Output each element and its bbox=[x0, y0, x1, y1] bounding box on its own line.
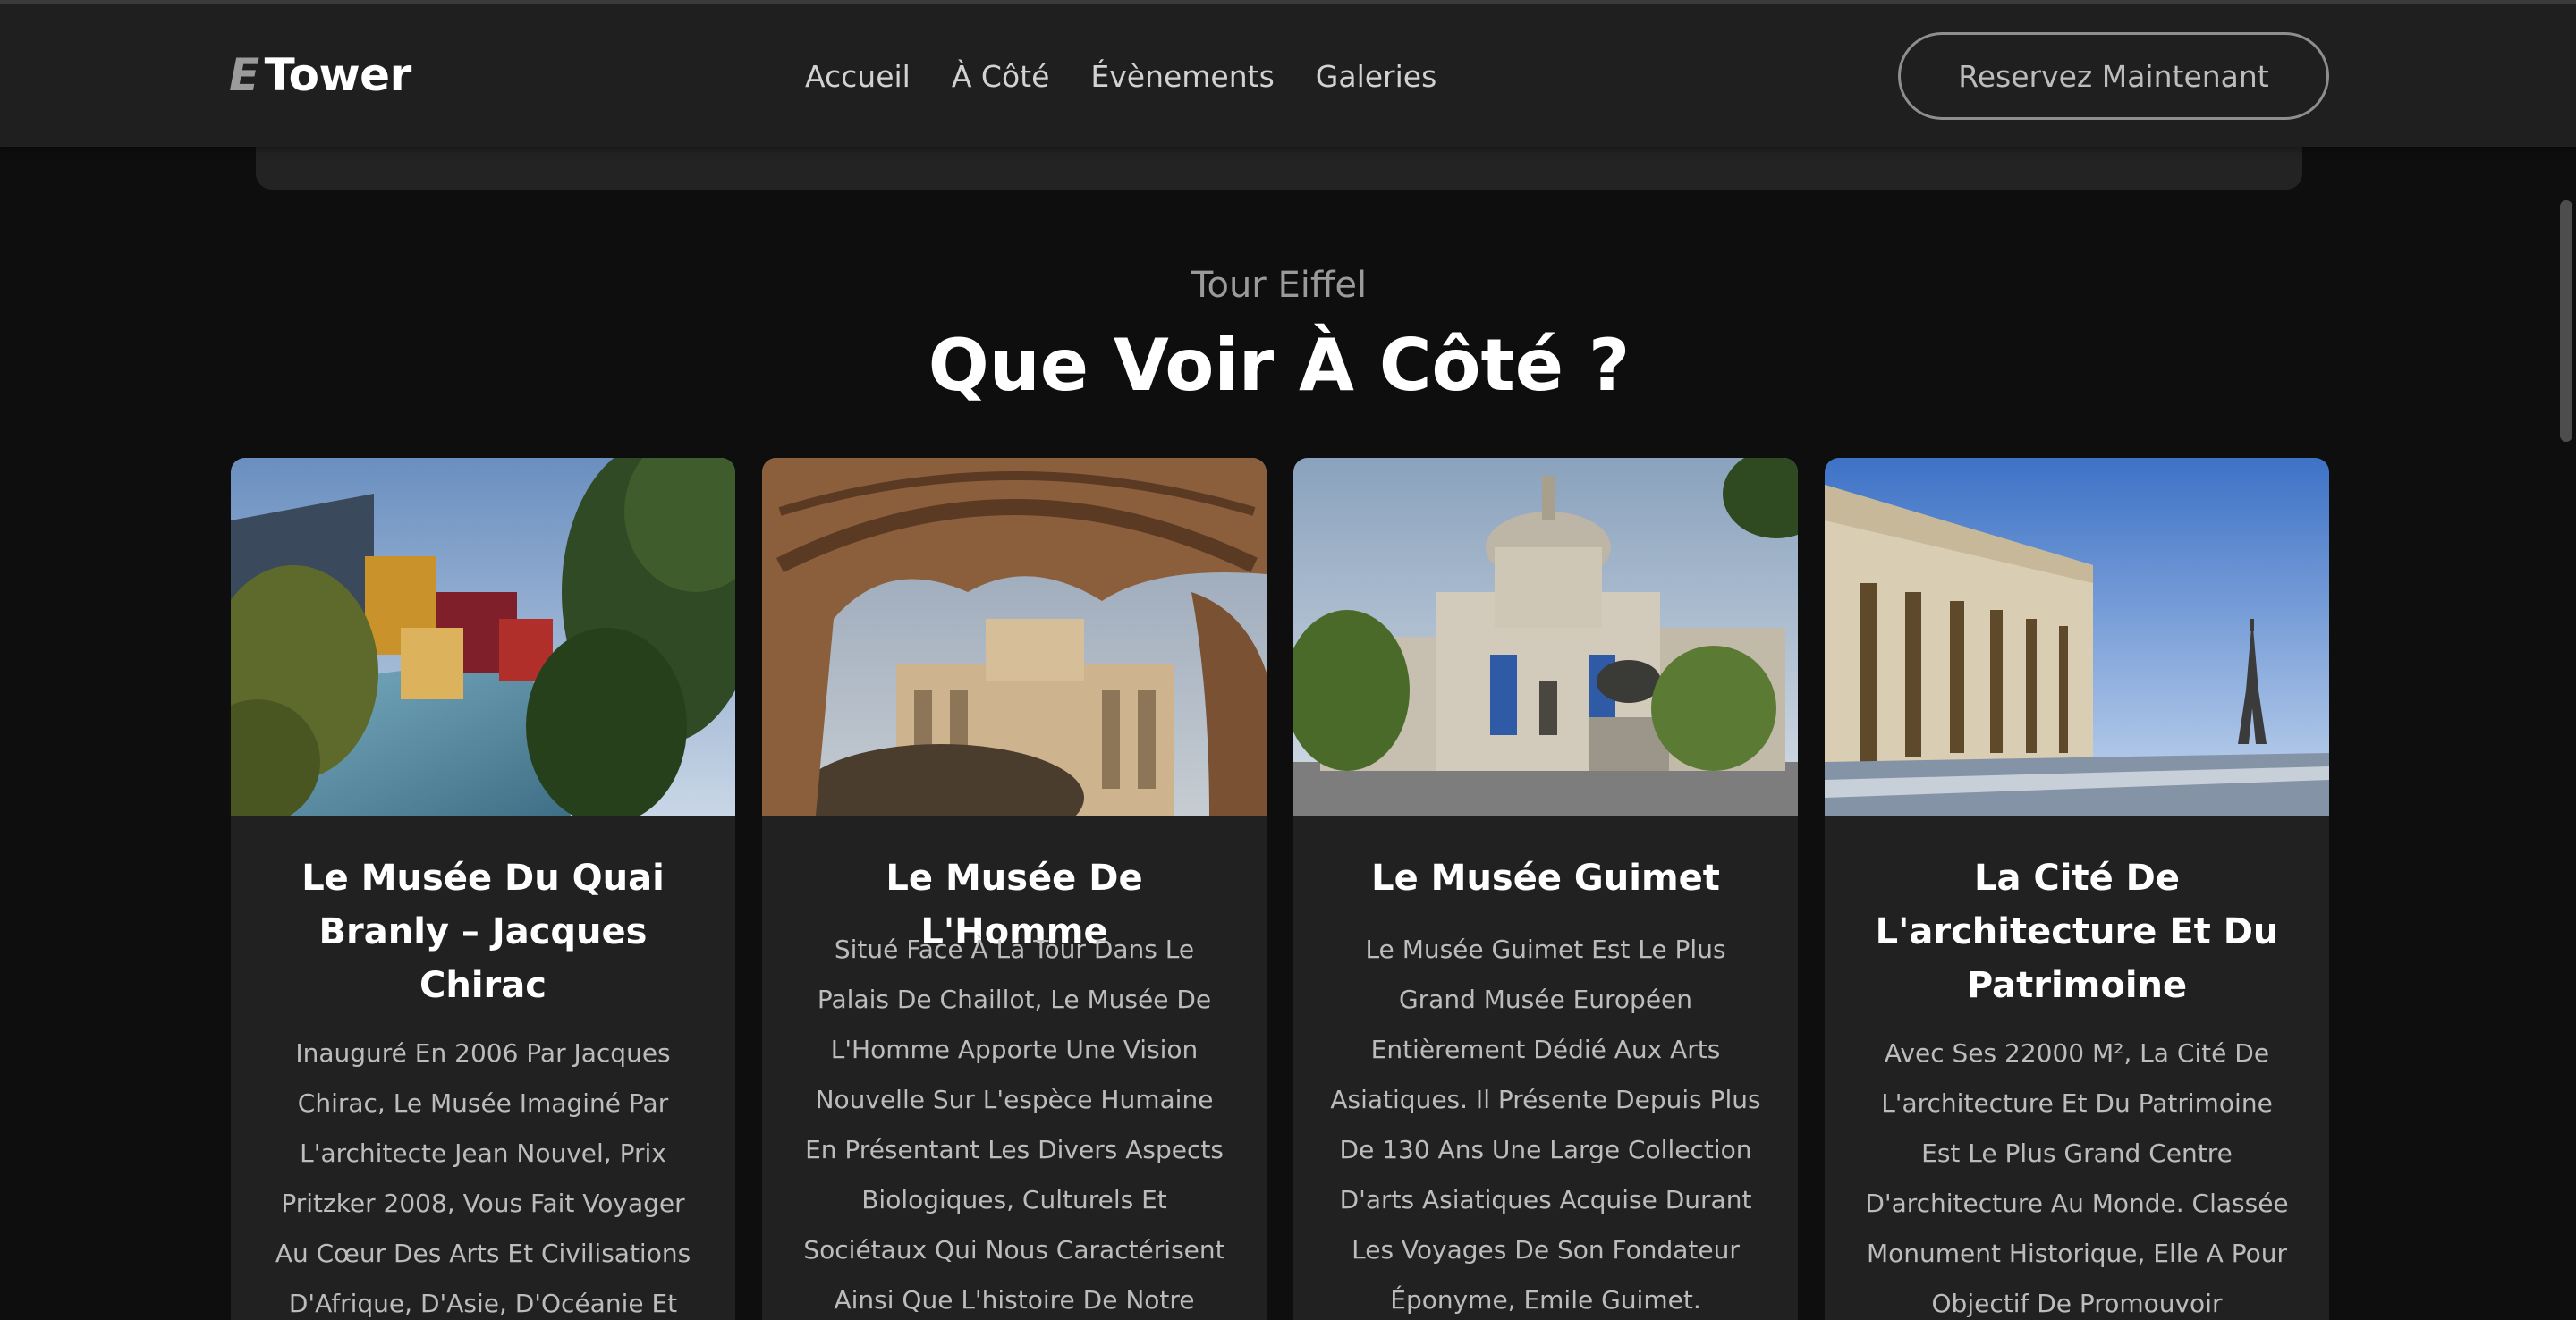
scrollbar-thumb[interactable] bbox=[2560, 200, 2572, 442]
card-description: Situé Face À La Tour Dans Le Palais De C… bbox=[803, 935, 1225, 1315]
card-title: Le Musée Du Quai Branly – Jacques Chirac bbox=[301, 858, 665, 1006]
top-accent-line bbox=[0, 0, 2576, 4]
card-cite-architecture[interactable]: La Cité De L'architecture Et Du Patrimoi… bbox=[1825, 458, 2329, 1320]
nav-item-a-cote[interactable]: À Côté bbox=[952, 59, 1050, 94]
page: E Tower Accueil À Côté Évènements Galeri… bbox=[0, 0, 2576, 1320]
section-eyebrow: Tour Eiffel bbox=[1191, 265, 1368, 306]
card-musee-de-l-homme[interactable]: Le Musée De L'Homme Situé Face À La Tour… bbox=[762, 458, 1267, 1320]
card-quai-branly[interactable]: Le Musée Du Quai Branly – Jacques Chirac… bbox=[231, 458, 735, 1320]
card-image-musee-guimet[interactable] bbox=[1293, 458, 1798, 816]
card-title: La Cité De L'architecture Et Du Patrimoi… bbox=[1875, 858, 2279, 1006]
nav-item-accueil[interactable]: Accueil bbox=[805, 59, 911, 94]
card-description: Inauguré En 2006 Par Jacques Chirac, Le … bbox=[275, 1038, 691, 1318]
card-title: Le Musée Guimet bbox=[1371, 858, 1720, 899]
card-image-cite-architecture[interactable] bbox=[1825, 458, 2329, 816]
site-header: E Tower Accueil À Côté Évènements Galeri… bbox=[0, 0, 2576, 147]
nav-item-galeries[interactable]: Galeries bbox=[1316, 59, 1437, 94]
reserve-now-button[interactable]: Reservez Maintenant bbox=[1898, 32, 2329, 120]
card-image-musee-de-l-homme[interactable] bbox=[762, 458, 1267, 816]
card-musee-guimet[interactable]: Le Musée Guimet Le Musée Guimet Est Le P… bbox=[1293, 458, 1798, 1320]
card-description: Avec Ses 22000 M², La Cité De L'architec… bbox=[1865, 1038, 2289, 1318]
nav-item-evenements[interactable]: Évènements bbox=[1090, 59, 1274, 94]
section-title: Que Voir À Côté ? bbox=[928, 324, 1631, 407]
card-description: Le Musée Guimet Est Le Plus Grand Musée … bbox=[1330, 935, 1761, 1315]
main-nav: Accueil À Côté Évènements Galeries bbox=[805, 47, 1436, 106]
logo-mark: E bbox=[229, 49, 259, 101]
logo[interactable]: E Tower bbox=[229, 43, 411, 107]
card-image-quai-branly[interactable] bbox=[231, 458, 735, 816]
logo-text: Tower bbox=[264, 49, 412, 101]
